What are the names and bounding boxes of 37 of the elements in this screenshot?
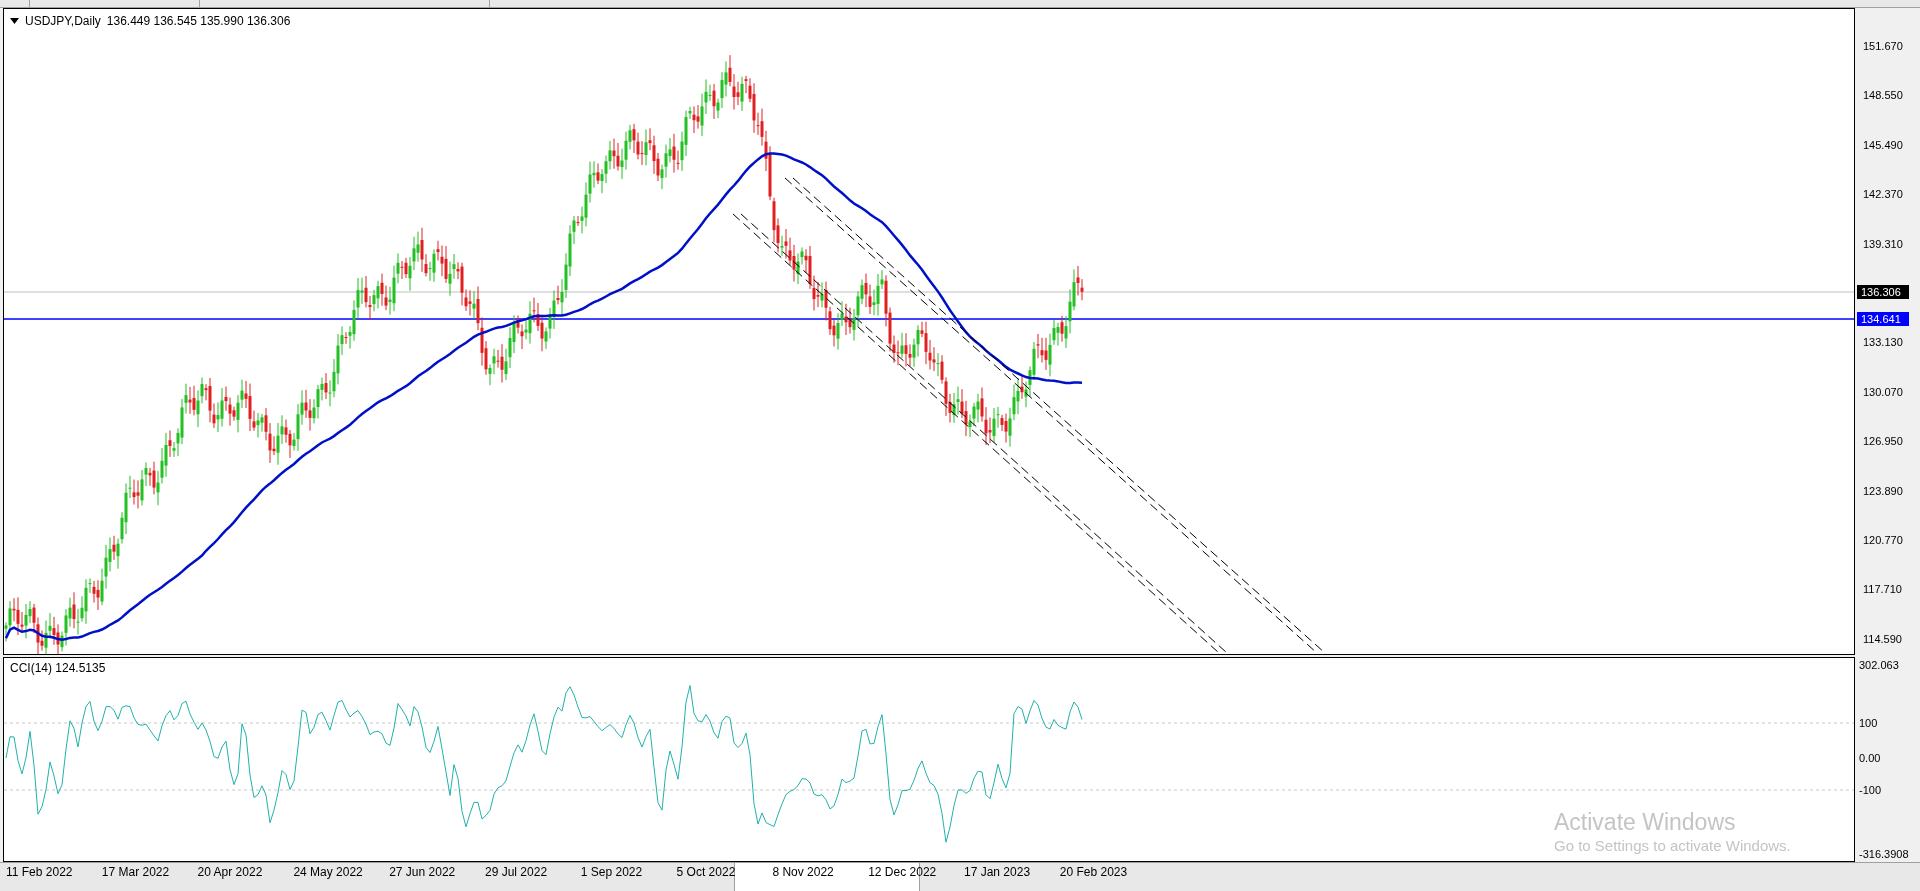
cci-axis-label: 100 — [1859, 716, 1878, 730]
price-axis-label: 133.130 — [1863, 335, 1903, 350]
chart-symbol: USDJPY,Daily — [25, 14, 101, 28]
date-axis-label: 11 Feb 2022 — [6, 865, 73, 879]
activation-title: Activate Windows — [1554, 808, 1737, 836]
date-axis-label: 17 Jan 2023 — [964, 865, 1031, 879]
cci-axis-label: -316.3908 — [1859, 847, 1909, 861]
date-axis-label: 5 Oct 2022 — [676, 865, 736, 879]
indicator-label: CCI(14) 124.5135 — [10, 661, 106, 675]
date-axis-label: 20 Feb 2023 — [1059, 865, 1128, 879]
price-axis-label: 148.550 — [1863, 88, 1903, 103]
collapse-triangle-icon[interactable] — [10, 18, 19, 24]
cci-axis-label: -100 — [1859, 783, 1882, 797]
ohlc-values: 136.449 136.545 135.990 136.306 — [106, 14, 291, 28]
date-axis-label: 17 Mar 2022 — [101, 865, 170, 879]
price-axis-label: 142.370 — [1863, 187, 1903, 202]
bid-price-tag: 136.306 — [1857, 285, 1909, 299]
cci-axis-label: 302.063 — [1859, 658, 1899, 672]
price-axis-label: 126.950 — [1863, 434, 1903, 449]
price-axis-label: 123.890 — [1863, 483, 1903, 498]
level-price-tag: 134.641 — [1857, 312, 1909, 326]
price-axis-label: 120.770 — [1863, 533, 1903, 547]
price-axis-label: 145.490 — [1863, 137, 1903, 152]
date-axis-label: 8 Nov 2022 — [772, 865, 834, 879]
date-axis-label: 1 Sep 2022 — [580, 865, 643, 879]
date-axis-label: 24 May 2022 — [293, 865, 363, 879]
date-axis-label: 27 Jun 2022 — [389, 865, 456, 879]
price-axis-label: 114.590 — [1863, 631, 1902, 646]
date-axis-label: 20 Apr 2022 — [197, 865, 263, 879]
price-axis-label: 139.310 — [1863, 236, 1903, 251]
price-axis-label: 130.070 — [1863, 384, 1903, 399]
activation-message: Go to Settings to activate Windows. — [1554, 836, 1791, 856]
cci-axis-label: 0.00 — [1859, 751, 1881, 765]
date-axis-label: 12 Dec 2022 — [868, 865, 937, 879]
date-axis-label: 29 Jul 2022 — [485, 865, 548, 879]
price-axis-label: 151.670 — [1863, 39, 1903, 53]
price-axis-label: 117.710 — [1863, 582, 1902, 597]
